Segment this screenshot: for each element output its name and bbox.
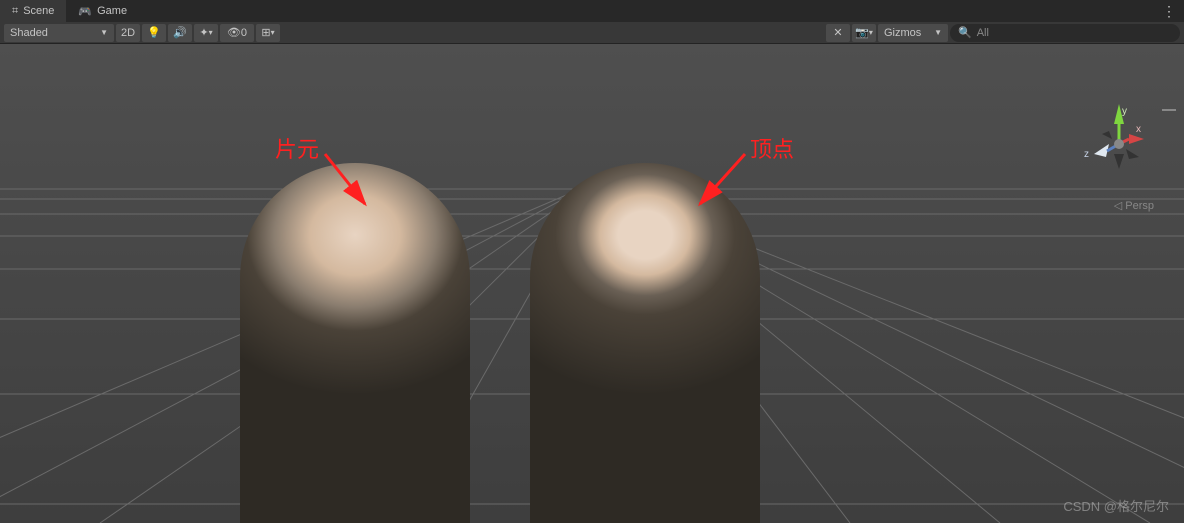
- tab-menu-button[interactable]: ⋮: [1162, 3, 1176, 20]
- audio-toggle[interactable]: 🔊: [168, 24, 192, 42]
- speaker-icon: 🔊: [173, 26, 187, 39]
- eye-slash-icon: 👁: [227, 26, 241, 39]
- effects-icon: ✦: [199, 26, 208, 39]
- arrow-icon: [320, 149, 400, 219]
- arrow-icon: [690, 149, 770, 219]
- hidden-count: 0: [241, 27, 247, 39]
- axis-z-label: z: [1084, 149, 1089, 160]
- scene-viewport[interactable]: 片元 顶点 y x z ◁ Persp CSDN @格尔尼尔: [0, 44, 1184, 523]
- shading-mode-label: Shaded: [10, 27, 48, 39]
- view-2d-button[interactable]: 2D: [116, 24, 140, 42]
- search-placeholder: All: [977, 27, 989, 39]
- axis-x-label: x: [1136, 124, 1141, 135]
- search-input[interactable]: 🔍 All: [950, 24, 1180, 42]
- perspective-icon: ◁: [1114, 199, 1122, 212]
- chevron-down-icon: ▼: [934, 28, 942, 37]
- view-2d-label: 2D: [121, 27, 135, 39]
- tab-label: Scene: [23, 5, 54, 17]
- orientation-gizmo[interactable]: y x z: [1074, 99, 1164, 189]
- tools-icon: ✕: [833, 26, 842, 39]
- tab-label: Game: [97, 5, 127, 17]
- lightbulb-icon: 💡: [147, 26, 161, 39]
- scene-icon: ⌗: [12, 5, 18, 18]
- grid-icon: ⊞: [261, 26, 270, 39]
- camera-dropdown[interactable]: 📷 ▾: [852, 24, 876, 42]
- perspective-text: Persp: [1125, 200, 1154, 212]
- effects-dropdown[interactable]: ✦ ▾: [194, 24, 218, 42]
- chevron-down-icon: ▾: [271, 28, 275, 37]
- lighting-toggle[interactable]: 💡: [142, 24, 166, 42]
- chevron-down-icon: ▾: [869, 28, 873, 37]
- tools-button[interactable]: ✕: [826, 24, 850, 42]
- axis-y-label: y: [1122, 106, 1127, 117]
- shading-mode-dropdown[interactable]: Shaded ▼: [4, 24, 114, 42]
- annotation-fragment: 片元: [275, 132, 319, 164]
- hidden-objects-toggle[interactable]: 👁 0: [220, 24, 254, 42]
- game-icon: 🎮: [78, 5, 92, 18]
- collapse-handle[interactable]: [1162, 109, 1176, 111]
- perspective-label[interactable]: ◁ Persp: [1114, 199, 1154, 212]
- chevron-down-icon: ▾: [209, 28, 213, 37]
- search-icon: 🔍: [958, 26, 972, 39]
- gizmos-dropdown[interactable]: Gizmos ▼: [878, 24, 948, 42]
- chevron-down-icon: ▼: [100, 28, 108, 37]
- grid-dropdown[interactable]: ⊞ ▾: [256, 24, 280, 42]
- tab-bar: ⌗ Scene 🎮 Game ⋮: [0, 0, 1184, 22]
- gizmos-label: Gizmos: [884, 27, 921, 39]
- camera-icon: 📷: [855, 26, 869, 39]
- watermark: CSDN @格尔尼尔: [1063, 496, 1169, 515]
- tab-scene[interactable]: ⌗ Scene: [0, 0, 66, 22]
- annotation-label: 片元: [275, 137, 319, 162]
- scene-toolbar: Shaded ▼ 2D 💡 🔊 ✦ ▾ 👁 0 ⊞ ▾ ✕ 📷 ▾ Gizmos…: [0, 22, 1184, 44]
- tab-game[interactable]: 🎮 Game: [66, 0, 139, 22]
